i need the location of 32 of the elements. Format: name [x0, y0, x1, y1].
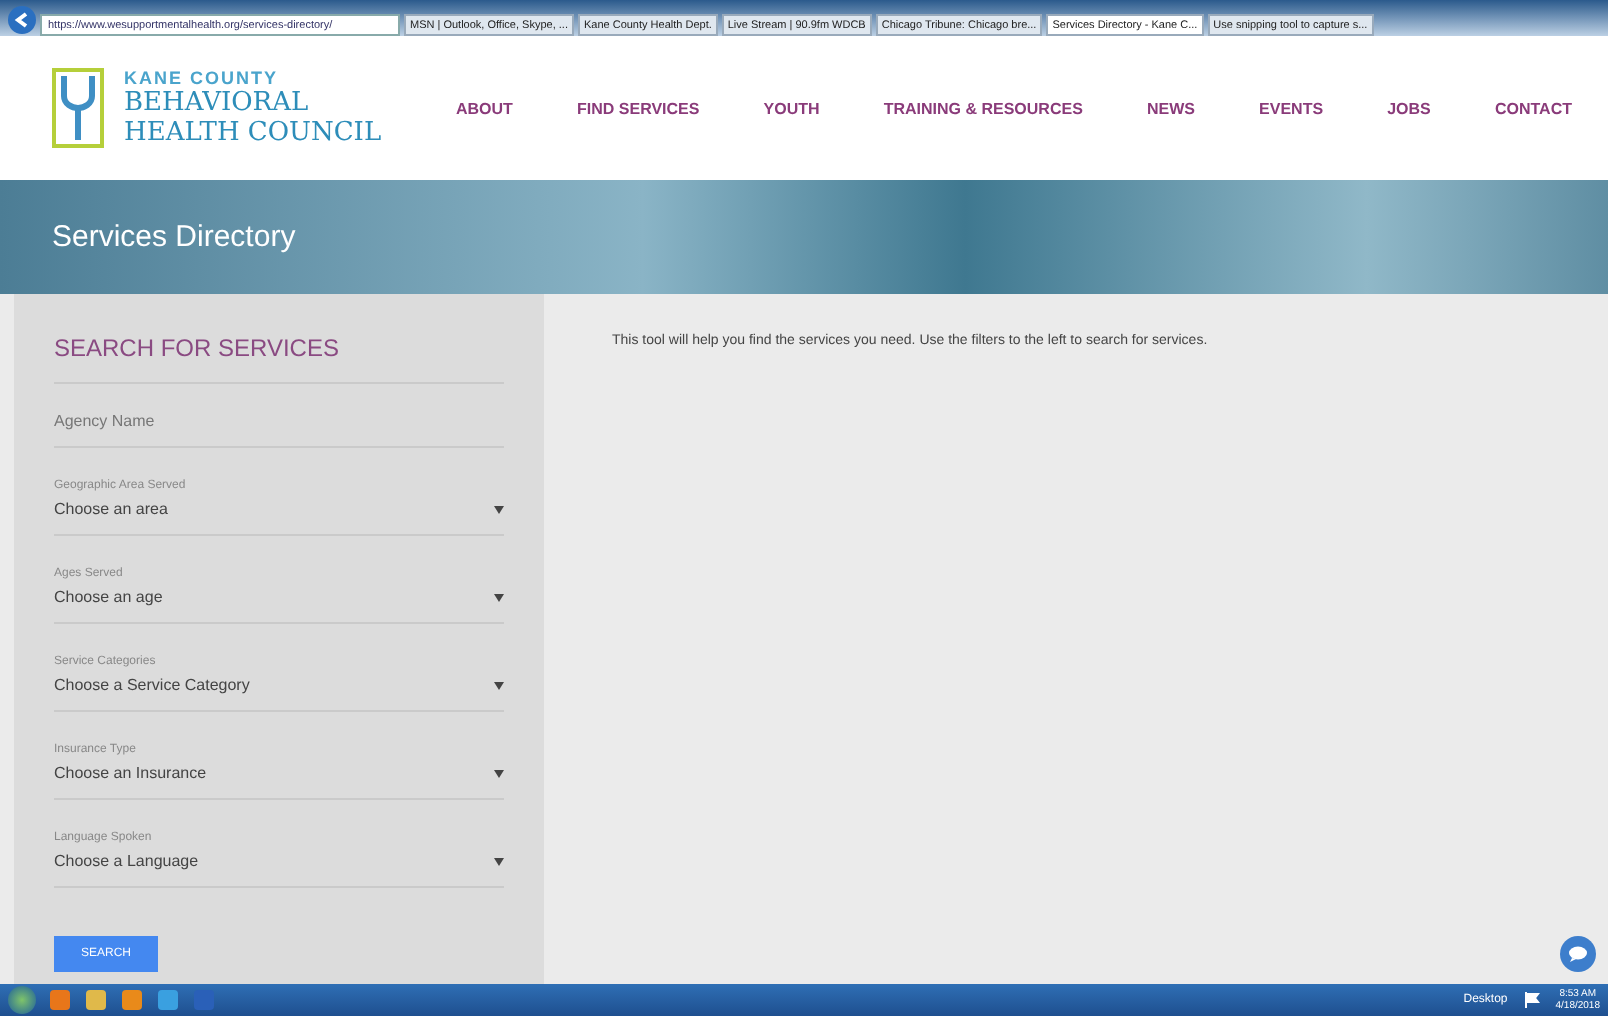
- nav-link[interactable]: JOBS: [1387, 99, 1431, 117]
- logo-text: HEALTH COUNCIL: [124, 118, 382, 148]
- nav-link[interactable]: FIND SERVICES: [577, 99, 700, 117]
- dropdown[interactable]: Choose a Service Category: [54, 676, 504, 712]
- nav-link[interactable]: YOUTH: [763, 99, 820, 117]
- logo-text: KANE COUNTY: [124, 68, 281, 88]
- logo-icon[interactable]: [52, 68, 104, 148]
- dropdown[interactable]: Choose an age: [54, 588, 504, 624]
- dropdown[interactable]: Choose a Language: [54, 852, 504, 888]
- taskbar-app-icon[interactable]: [156, 988, 180, 1012]
- chat-bubble-icon[interactable]: [1560, 936, 1596, 972]
- caret-icon: [494, 593, 504, 601]
- sidebar-heading: SEARCH FOR SERVICES: [54, 322, 504, 384]
- nav-link[interactable]: CONTACT: [1494, 99, 1572, 117]
- taskbar-app-icon[interactable]: [48, 988, 72, 1012]
- caret-icon: [494, 681, 504, 689]
- page-title: Services Directory: [52, 220, 296, 254]
- caret-icon: [494, 505, 504, 513]
- text-field[interactable]: Agency Name: [54, 384, 504, 448]
- dropdown[interactable]: Choose an area: [54, 500, 504, 536]
- flag-icon[interactable]: [1523, 992, 1540, 1008]
- nav-link[interactable]: ABOUT: [456, 99, 513, 117]
- nav-link[interactable]: NEWS: [1146, 99, 1195, 117]
- caret-icon: [494, 769, 504, 777]
- caret-icon: [494, 857, 504, 865]
- logo-text: BEHAVIORAL: [124, 88, 311, 118]
- start-orb-icon[interactable]: [8, 986, 36, 1014]
- dropdown[interactable]: Choose an Insurance: [54, 764, 504, 800]
- nav-link[interactable]: TRAINING & RESOURCES: [883, 99, 1083, 117]
- nav-link[interactable]: EVENTS: [1259, 99, 1324, 117]
- taskbar-app-icon[interactable]: [84, 988, 108, 1012]
- taskbar-app-icon[interactable]: [120, 988, 144, 1012]
